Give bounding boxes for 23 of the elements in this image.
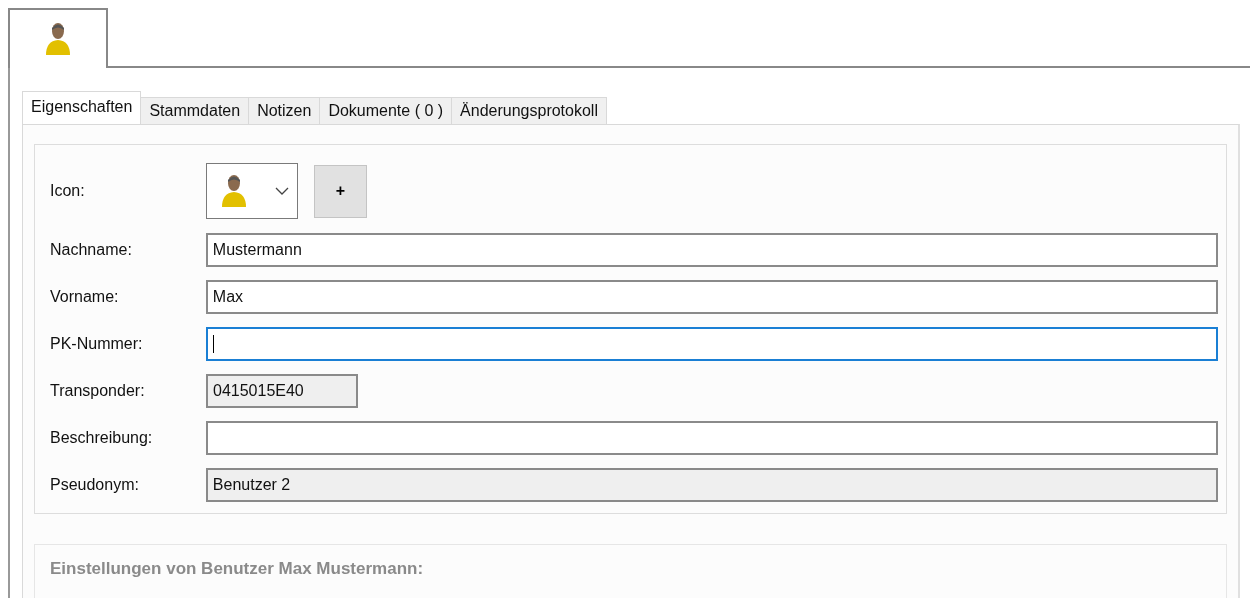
tab[interactable]: Notizen: [248, 97, 321, 124]
icon-dropdown[interactable]: [206, 163, 298, 219]
tab[interactable]: Stammdaten: [140, 97, 250, 124]
field-label: PK-Nummer:: [50, 335, 144, 353]
input-field[interactable]: Max: [205, 280, 1218, 314]
tab[interactable]: Änderungsprotokoll: [451, 97, 607, 124]
tab[interactable]: Dokumente ( 0 ): [319, 97, 453, 124]
input-field[interactable]: Mustermann: [205, 233, 1218, 267]
add-button[interactable]: +: [314, 164, 367, 218]
field-label: Transponder:: [50, 382, 146, 400]
user-icon: [45, 22, 71, 56]
input-field[interactable]: [205, 421, 1218, 455]
field-label: Vorname:: [50, 288, 120, 306]
chevron-down-icon: [275, 187, 289, 195]
user-icon: [221, 174, 247, 208]
group-title: Einstellungen von Benutzer Max Mustermann:: [50, 559, 424, 578]
field-label: Pseudonym:: [50, 476, 140, 494]
field-label: Icon:: [50, 182, 86, 200]
user-tab[interactable]: [8, 8, 108, 68]
tab[interactable]: Eigenschaften: [22, 91, 142, 124]
field-label: Nachname:: [50, 241, 133, 259]
input-field[interactable]: [205, 327, 1218, 361]
field-label: Beschreibung:: [50, 429, 154, 447]
